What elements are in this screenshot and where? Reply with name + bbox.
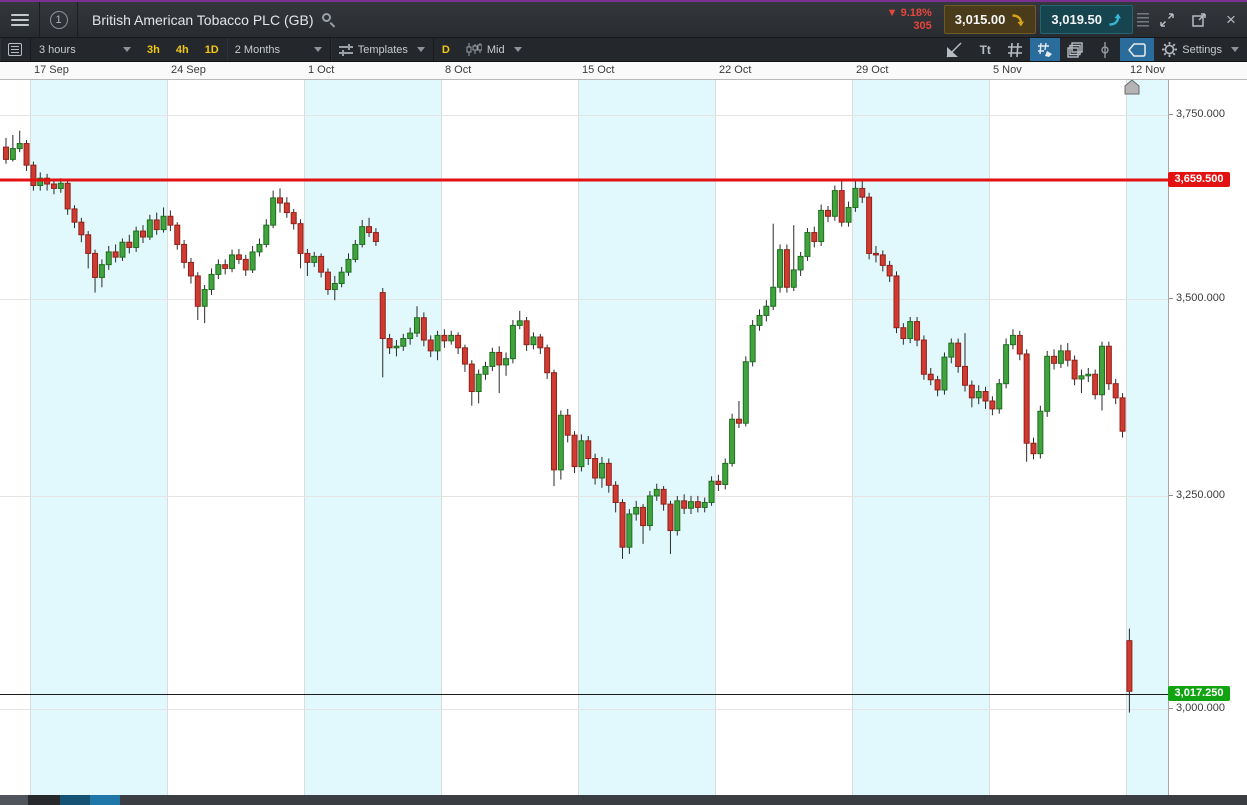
draw-grid-pencil-icon (1038, 42, 1053, 57)
instrument-title: British American Tobacco PLC (GB) (92, 11, 314, 28)
title-bar: 1 British American Tobacco PLC (GB) ▼ 9.… (0, 2, 1247, 38)
resistance-price-tag: 3,659.500 (1168, 172, 1230, 187)
date-axis-label: 8 Oct (445, 64, 472, 76)
date-axis-label: 15 Oct (582, 64, 615, 76)
trendline-tool-button[interactable] (940, 38, 970, 61)
list-icon (8, 43, 22, 56)
number-badge-icon: 1 (49, 10, 68, 29)
scrollbar-thumb[interactable] (60, 795, 120, 805)
scrollbar-track-segment (28, 795, 60, 805)
price-axis-label: 3,000.000 (1169, 702, 1225, 714)
price-axis-label: 3,750.000 (1169, 108, 1225, 120)
caret-down-icon (416, 47, 425, 52)
popout-button[interactable] (1183, 2, 1215, 37)
settings-label: Settings (1182, 43, 1222, 56)
instrument-title-area: British American Tobacco PLC (GB) (78, 2, 877, 37)
change-percent: ▼ 9.18% (886, 6, 932, 19)
text-tool-button[interactable]: Tt (970, 38, 1000, 61)
toolbar-right-group: Tt Settings (940, 38, 1247, 61)
pin-tool-button[interactable] (1090, 38, 1120, 61)
expand-button[interactable] (1151, 2, 1183, 37)
caret-down-icon (313, 47, 322, 52)
range-dropdown[interactable]: 2 Months (227, 38, 331, 61)
popout-icon (1192, 12, 1206, 27)
date-axis-label: 29 Oct (856, 64, 889, 76)
gear-icon (1162, 42, 1178, 57)
price-change-block: ▼ 9.18% 305 (877, 2, 942, 37)
instrument-number-button[interactable]: 1 (40, 2, 78, 37)
candlestick-icon (466, 43, 482, 56)
layers-icon (1067, 41, 1083, 58)
current-price-tag: 3,017.250 (1168, 686, 1230, 701)
quick-period-3h[interactable]: 3h (139, 38, 168, 61)
date-axis-label: 1 Oct (308, 64, 335, 76)
shape-tool-button[interactable] (1120, 38, 1155, 61)
search-icon[interactable] (321, 12, 336, 28)
period-dropdown[interactable]: 3 hours (31, 38, 139, 61)
trendline-icon (946, 41, 962, 58)
range-value: 2 Months (234, 43, 280, 56)
caret-down-icon (123, 47, 131, 52)
text-tool-icon: Tt (979, 42, 991, 57)
date-axis-label: 12 Nov (1130, 64, 1165, 76)
close-button[interactable]: × (1215, 2, 1247, 37)
chart-list-button[interactable] (0, 38, 31, 61)
templates-dropdown[interactable]: Templates (331, 38, 434, 61)
layers-button[interactable] (1060, 38, 1090, 61)
sell-price: 3,015.00 (954, 12, 1006, 27)
day-granularity-button[interactable]: D (434, 38, 458, 61)
chart-toolbar: 3 hours 3h 4h 1D 2 Months Templates D Mi (0, 38, 1247, 62)
sell-arrow-down-icon (1012, 13, 1025, 26)
drag-grip-handle[interactable] (1137, 6, 1149, 33)
change-points: 305 (913, 19, 932, 32)
date-axis-label: 22 Oct (719, 64, 752, 76)
date-axis-label: 24 Sep (171, 64, 206, 76)
date-axis[interactable]: 17 Sep 24 Sep 1 Oct 8 Oct 15 Oct 22 Oct 29 Oct… (0, 62, 1247, 80)
scrollbar-left-cap[interactable] (0, 795, 28, 805)
date-axis-label: 5 Nov (993, 64, 1022, 76)
period-value: 3 hours (39, 43, 76, 56)
buy-price: 3,019.50 (1051, 12, 1102, 27)
price-chart[interactable] (0, 79, 1168, 795)
down-triangle-icon: ▼ (886, 6, 898, 19)
templates-label: Templates (357, 43, 408, 56)
price-axis-label: 3,250.000 (1169, 489, 1225, 501)
sliders-icon (338, 43, 353, 56)
quick-period-1d[interactable]: 1D (197, 38, 227, 61)
quick-period-4h[interactable]: 4h (168, 38, 197, 61)
buy-price-button[interactable]: 3,019.50 (1040, 5, 1133, 34)
pin-icon (1101, 41, 1109, 58)
price-type-dropdown[interactable]: Mid (458, 38, 530, 61)
caret-down-icon (513, 47, 522, 52)
sell-price-button[interactable]: 3,015.00 (943, 5, 1037, 34)
expand-icon (1160, 12, 1174, 27)
trading-chart-window: 1 British American Tobacco PLC (GB) ▼ 9.… (0, 0, 1247, 805)
grid-icon (1008, 42, 1023, 57)
horizontal-scrollbar[interactable] (0, 795, 1247, 805)
settings-dropdown[interactable]: Settings (1154, 38, 1247, 61)
caret-down-icon (1231, 47, 1239, 52)
chart-canvas[interactable] (0, 79, 1168, 795)
hamburger-menu-button[interactable] (0, 2, 40, 37)
draw-tool-button[interactable] (1030, 38, 1061, 61)
price-axis-label: 3,500.000 (1169, 292, 1225, 304)
title-bar-right: ▼ 9.18% 305 3,015.00 3,019.50 × (877, 2, 1247, 37)
shape-icon (1128, 42, 1146, 57)
date-axis-label: 17 Sep (34, 64, 69, 76)
buy-arrow-up-icon (1109, 13, 1121, 26)
hamburger-icon (10, 13, 29, 16)
price-type-value: Mid (486, 43, 505, 56)
grid-tool-button[interactable] (1000, 38, 1030, 61)
